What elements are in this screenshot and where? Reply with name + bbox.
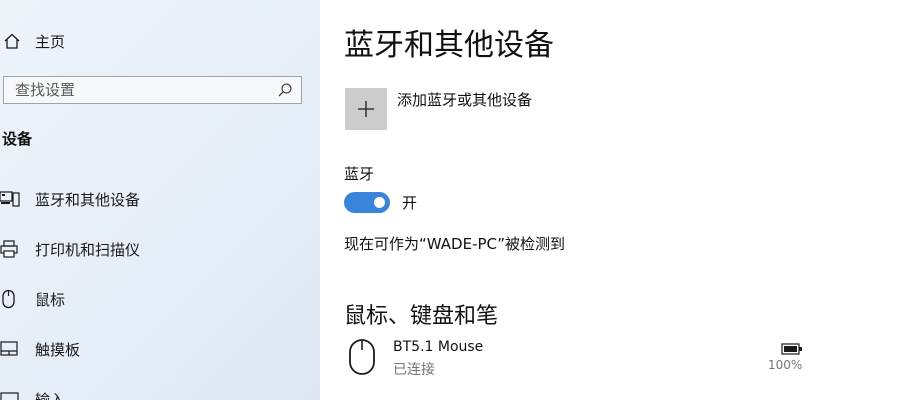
section-title-mouse-keyboard-pen: 鼠标、键盘和笔	[344, 304, 499, 329]
add-device-button[interactable]: 添加蓝牙或其他设备	[345, 88, 532, 130]
sidebar-item-label: 鼠标	[35, 290, 66, 309]
device-item[interactable]: BT5.1 Mouse 已连接 100%	[344, 336, 814, 380]
mouse-icon	[348, 338, 376, 380]
sidebar-item-label: 触摸板	[35, 340, 81, 359]
settings-sidebar: 主页 设备 蓝牙和其他设备 打印机和扫描仪 鼠标 触摸板	[0, 0, 320, 400]
search-input[interactable]	[4, 77, 275, 103]
battery-percentage: 100%	[768, 358, 803, 372]
battery-icon	[772, 340, 812, 359]
discoverable-text: 现在可作为“WADE-PC”被检测到	[344, 235, 566, 253]
bluetooth-toggle[interactable]	[344, 192, 390, 213]
bluetooth-devices-icon	[0, 189, 20, 209]
nav-home[interactable]: 主页	[0, 28, 320, 54]
bluetooth-toggle-row: 开	[344, 192, 417, 213]
plus-icon	[356, 99, 376, 119]
bluetooth-label: 蓝牙	[344, 165, 375, 183]
device-name: BT5.1 Mouse	[393, 339, 484, 355]
device-status: 已连接	[393, 362, 435, 378]
page-title: 蓝牙和其他设备	[344, 28, 554, 63]
sidebar-item-input[interactable]: 输入	[0, 384, 320, 400]
sidebar-item-mouse[interactable]: 鼠标	[0, 284, 320, 314]
printer-icon	[0, 239, 20, 259]
sidebar-item-label: 蓝牙和其他设备	[35, 190, 141, 209]
mouse-icon	[0, 289, 20, 309]
search-box[interactable]	[3, 76, 302, 104]
sidebar-item-touchpad[interactable]: 触摸板	[0, 334, 320, 364]
section-title-devices: 设备	[2, 130, 33, 148]
keyboard-icon	[0, 389, 20, 400]
add-device-tile[interactable]	[345, 88, 387, 130]
touchpad-icon	[0, 339, 20, 359]
bluetooth-toggle-state: 开	[402, 194, 418, 212]
sidebar-item-label: 打印机和扫描仪	[35, 240, 141, 259]
nav-home-label: 主页	[35, 33, 66, 51]
sidebar-item-label: 输入	[35, 390, 66, 400]
main-content: 蓝牙和其他设备 添加蓝牙或其他设备 蓝牙 开 现在可作为“WADE-PC”被检测…	[320, 0, 899, 400]
home-icon	[2, 31, 22, 51]
add-device-label[interactable]: 添加蓝牙或其他设备	[397, 89, 532, 110]
search-icon[interactable]	[275, 80, 295, 100]
toggle-knob	[374, 197, 385, 208]
sidebar-item-bluetooth[interactable]: 蓝牙和其他设备	[0, 184, 320, 214]
sidebar-item-printers[interactable]: 打印机和扫描仪	[0, 234, 320, 264]
